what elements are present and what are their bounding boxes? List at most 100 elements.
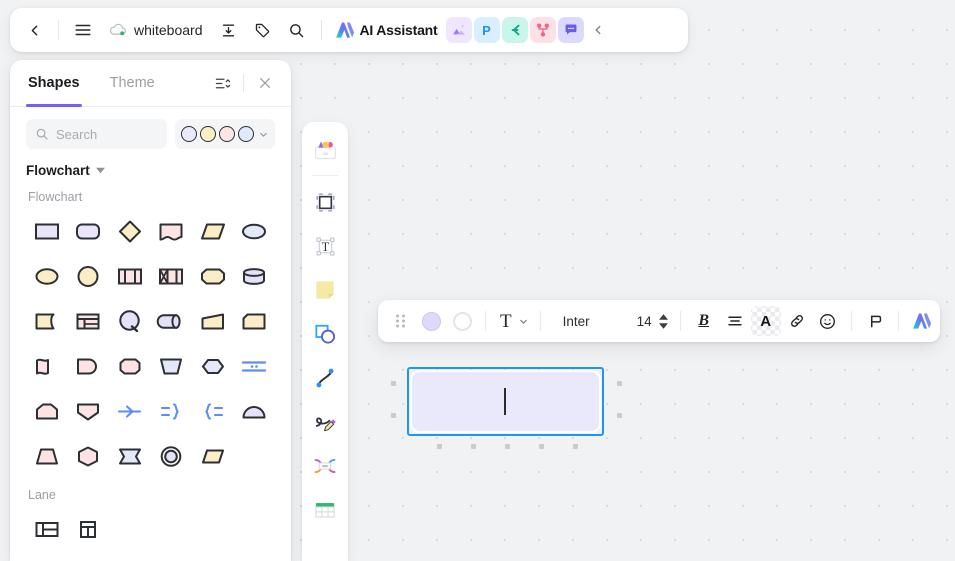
border-color-button[interactable] bbox=[447, 306, 477, 336]
shape-trapezoid[interactable] bbox=[26, 433, 68, 478]
menu-button[interactable] bbox=[67, 14, 99, 46]
shape-oval[interactable] bbox=[26, 253, 68, 298]
color-palette-selector[interactable] bbox=[175, 119, 275, 149]
drag-handle[interactable] bbox=[385, 306, 415, 336]
resize-handle[interactable] bbox=[539, 444, 544, 449]
template-gallery-tool[interactable] bbox=[305, 128, 345, 170]
font-size-selector[interactable]: 14 bbox=[633, 306, 672, 336]
shape-pentagon-home[interactable] bbox=[26, 388, 68, 433]
shape-brace-right[interactable] bbox=[151, 388, 193, 433]
shape-circle[interactable] bbox=[68, 253, 110, 298]
color-swatch[interactable] bbox=[238, 126, 254, 142]
search-icon[interactable] bbox=[281, 14, 313, 46]
shape-table-card[interactable] bbox=[68, 298, 110, 343]
align-button[interactable] bbox=[720, 306, 750, 336]
resize-handle[interactable] bbox=[505, 444, 510, 449]
document-title-chip[interactable]: whiteboard bbox=[101, 15, 211, 45]
tab-theme[interactable]: Theme bbox=[108, 60, 157, 107]
fill-color-button[interactable] bbox=[416, 306, 446, 336]
font-size-stepper[interactable] bbox=[658, 313, 668, 329]
export-button[interactable] bbox=[213, 14, 245, 46]
shape-predefined-process[interactable] bbox=[109, 253, 151, 298]
shape-ellipse[interactable] bbox=[234, 208, 276, 253]
comment-app-icon[interactable] bbox=[557, 17, 584, 43]
text-format-toolbar: T Inter 14 B A bbox=[378, 300, 940, 342]
comment-icon[interactable] bbox=[860, 306, 890, 336]
shape-terminator-half[interactable] bbox=[68, 343, 110, 388]
shape-tape-data[interactable] bbox=[26, 298, 68, 343]
shape-sigma-flag[interactable] bbox=[109, 433, 151, 478]
resize-handle[interactable] bbox=[391, 381, 396, 386]
ai-assistant-button[interactable]: AI Assistant bbox=[330, 15, 444, 45]
shape-divider-lines[interactable] bbox=[234, 343, 276, 388]
image-app-icon[interactable] bbox=[445, 17, 472, 43]
shape-rounded-rectangle[interactable] bbox=[68, 208, 110, 253]
bold-button[interactable]: B bbox=[689, 306, 719, 336]
shape-manual-operation[interactable] bbox=[151, 343, 193, 388]
category-selector[interactable]: Flowchart bbox=[10, 159, 291, 180]
shape-hexagon[interactable] bbox=[192, 343, 234, 388]
collapse-toolbar-button[interactable] bbox=[586, 14, 610, 46]
resize-handle[interactable] bbox=[617, 381, 622, 386]
resize-handle[interactable] bbox=[437, 444, 442, 449]
mindmap-app-icon[interactable] bbox=[501, 17, 528, 43]
text-style-icon: T bbox=[500, 310, 512, 332]
close-icon[interactable] bbox=[251, 69, 279, 97]
text-color-button[interactable]: A bbox=[750, 306, 781, 336]
flowchart-app-icon[interactable] bbox=[529, 17, 556, 43]
frame-tool[interactable] bbox=[305, 181, 345, 223]
font-family-selector[interactable]: Inter bbox=[549, 306, 604, 336]
shape-rhomboid[interactable] bbox=[192, 433, 234, 478]
resize-handle[interactable] bbox=[573, 444, 578, 449]
shape-document[interactable] bbox=[151, 208, 193, 253]
text-tool[interactable]: T bbox=[305, 225, 345, 267]
shape-circle-connector[interactable] bbox=[109, 298, 151, 343]
shape-tool[interactable] bbox=[305, 313, 345, 355]
text-color-label: A bbox=[760, 312, 772, 330]
text-style-dropdown[interactable]: T bbox=[494, 306, 532, 336]
search-input[interactable] bbox=[56, 126, 158, 142]
tag-icon[interactable] bbox=[247, 14, 279, 46]
link-icon[interactable] bbox=[782, 306, 812, 336]
shapes-scroll-area[interactable]: Flowchart Lane bbox=[10, 180, 291, 561]
shape-concentric-circle[interactable] bbox=[151, 433, 193, 478]
shape-trapezoid-right[interactable] bbox=[192, 298, 234, 343]
ai-icon[interactable] bbox=[907, 306, 937, 336]
shape-parallelogram[interactable] bbox=[192, 208, 234, 253]
sticky-note-tool[interactable] bbox=[305, 269, 345, 311]
shape-arrow-connector[interactable] bbox=[109, 388, 151, 433]
resize-handle[interactable] bbox=[391, 413, 396, 418]
back-button[interactable] bbox=[18, 14, 50, 46]
shape-hexagon-flat[interactable] bbox=[68, 433, 110, 478]
color-swatch[interactable] bbox=[200, 126, 216, 142]
emoji-icon[interactable] bbox=[813, 306, 843, 336]
color-swatch[interactable] bbox=[219, 126, 235, 142]
shape-lane-vertical[interactable] bbox=[68, 506, 110, 551]
shape-rectangle[interactable] bbox=[26, 208, 68, 253]
search-row bbox=[10, 107, 291, 159]
mindmap-tool[interactable] bbox=[305, 445, 345, 487]
sort-icon[interactable] bbox=[208, 69, 236, 97]
connector-tool[interactable] bbox=[305, 357, 345, 399]
pen-tool[interactable] bbox=[305, 401, 345, 443]
shape-semicircle[interactable] bbox=[234, 388, 276, 433]
shape-database[interactable] bbox=[234, 253, 276, 298]
tab-shapes[interactable]: Shapes bbox=[26, 60, 82, 107]
shape-internal-storage[interactable] bbox=[151, 253, 193, 298]
presentation-app-icon[interactable]: P bbox=[473, 17, 500, 43]
shape-rounded-box[interactable] bbox=[192, 253, 234, 298]
shape-note-corner[interactable] bbox=[234, 298, 276, 343]
shape-wave-flag[interactable] bbox=[26, 343, 68, 388]
shape-hexagon-round[interactable] bbox=[109, 343, 151, 388]
search-box[interactable] bbox=[26, 119, 167, 149]
shape-brace-left[interactable] bbox=[192, 388, 234, 433]
resize-handle[interactable] bbox=[617, 413, 622, 418]
shape-shield[interactable] bbox=[68, 388, 110, 433]
shape-diamond[interactable] bbox=[109, 208, 151, 253]
shape-lane-horizontal[interactable] bbox=[26, 506, 68, 551]
color-swatch[interactable] bbox=[181, 126, 197, 142]
resize-handle[interactable] bbox=[471, 444, 476, 449]
shape-cylinder-side[interactable] bbox=[151, 298, 193, 343]
table-tool[interactable] bbox=[305, 489, 345, 531]
selected-shape[interactable] bbox=[391, 367, 622, 449]
